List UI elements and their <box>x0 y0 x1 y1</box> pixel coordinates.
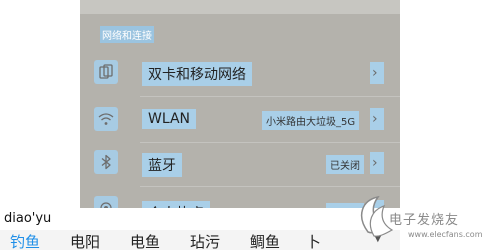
ime-candidate[interactable]: 玷污 <box>190 231 220 252</box>
divider <box>140 142 400 143</box>
bluetooth-icon <box>94 150 118 174</box>
row-title: 双卡和移动网络 <box>142 62 252 86</box>
ime-candidate-bar: 钓鱼 电阳 电鱼 玷污 鲷鱼 卜 ▼ <box>0 230 400 252</box>
divider <box>140 96 400 97</box>
chevron-right-icon: › <box>370 62 384 84</box>
sim-cards-icon <box>94 60 118 84</box>
ime-composing-bar: diao'yu <box>0 208 400 231</box>
status-bar <box>80 0 400 14</box>
ime-candidate[interactable]: 电阳 <box>70 231 100 252</box>
row-value: 小米路由大垃圾_5G <box>262 111 360 130</box>
ime-candidate[interactable]: 卜 <box>306 231 321 252</box>
watermark-brand: 电子发烧友 <box>389 213 460 228</box>
divider <box>140 186 400 187</box>
section-header: 网络和连接 <box>100 26 154 43</box>
row-title: 蓝牙 <box>142 153 182 177</box>
chevron-right-icon: › <box>370 152 384 174</box>
ime-composing-text: diao'yu <box>4 211 52 226</box>
ime-candidate[interactable]: 钓鱼 <box>10 231 40 252</box>
row-value: 已关闭 <box>326 155 364 174</box>
wifi-icon <box>94 107 118 131</box>
row-title: WLAN <box>142 109 197 129</box>
ime-candidate[interactable]: 电鱼 <box>130 231 160 252</box>
chevron-right-icon: › <box>370 108 384 130</box>
watermark-url: www.elecfans.com <box>408 230 483 239</box>
ime-candidate[interactable]: 鲷鱼 <box>250 231 280 252</box>
